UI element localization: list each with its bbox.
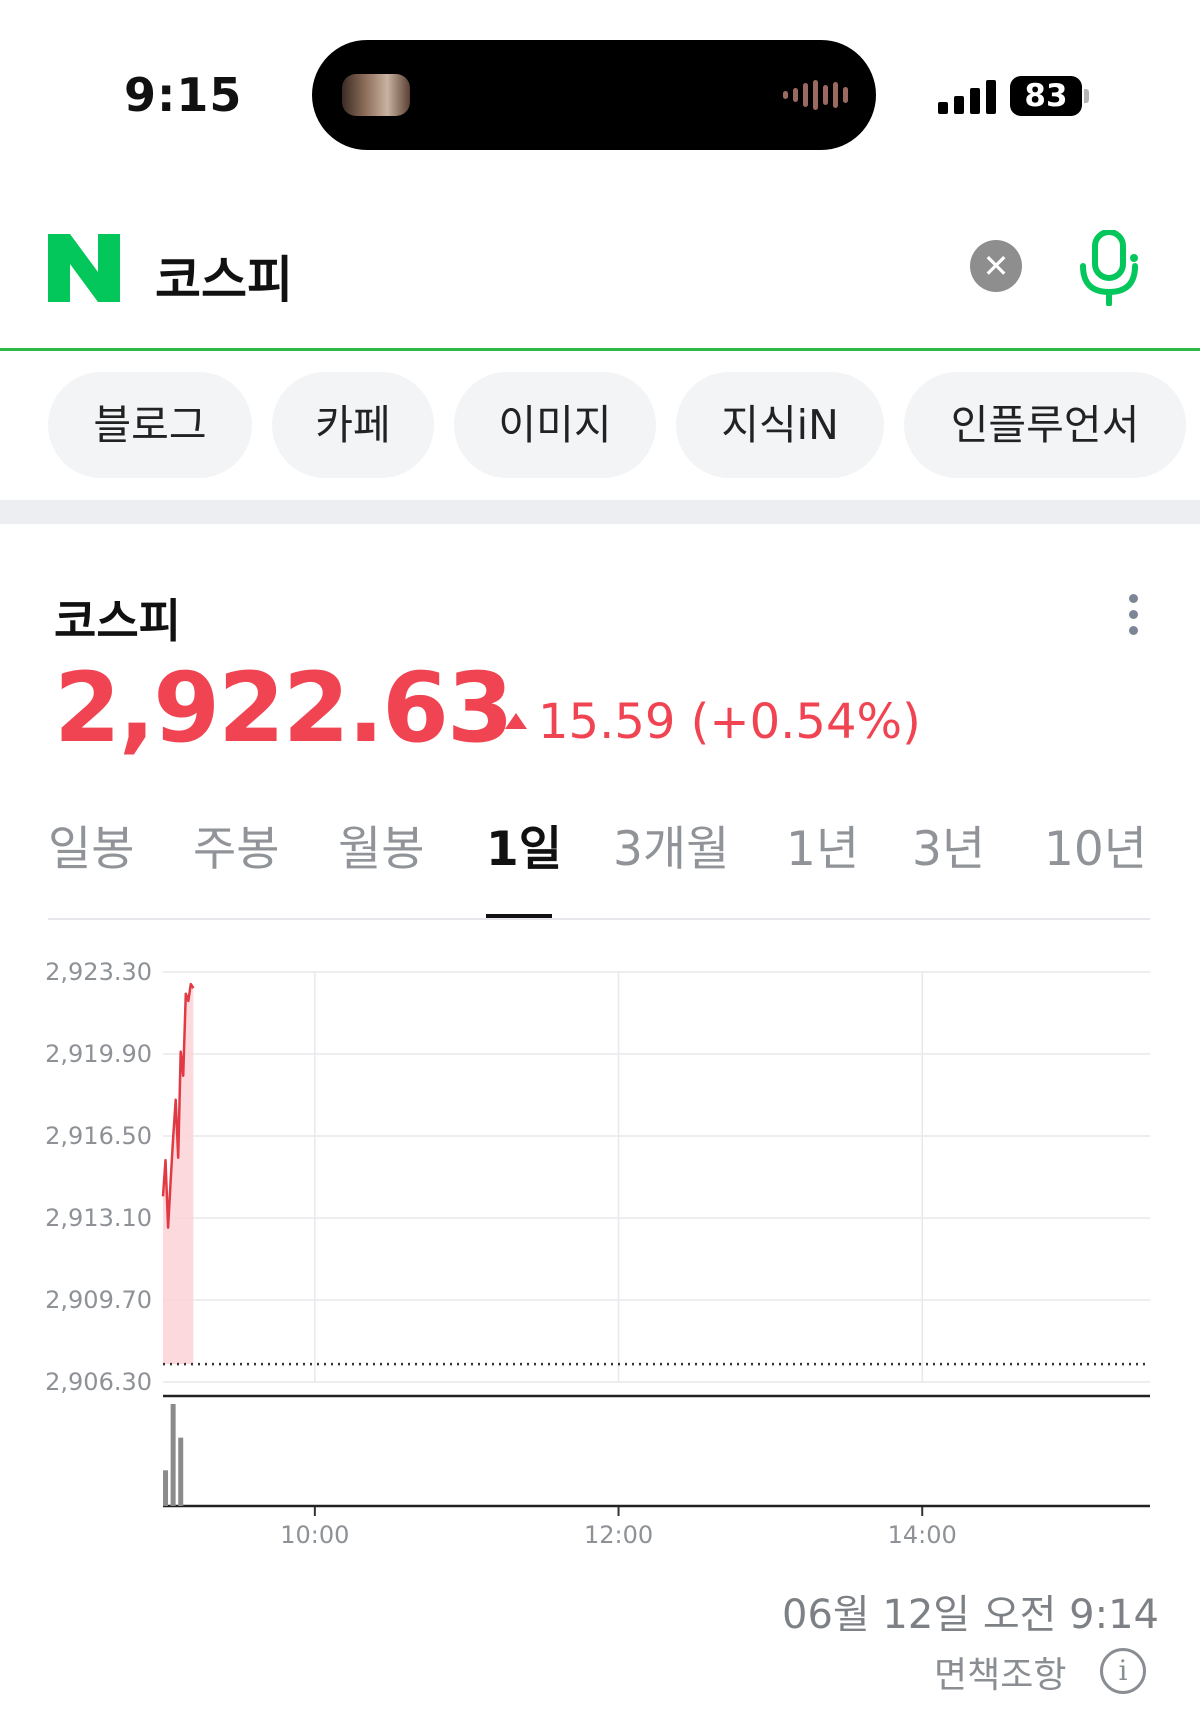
dynamic-island[interactable] [312,40,876,150]
chip-cafe[interactable]: 카페 [272,372,434,478]
volume-bar [178,1437,184,1506]
info-icon[interactable]: i [1100,1648,1146,1694]
intraday-chart[interactable]: 2,923.30 2,919.90 2,916.50 2,913.10 2,909.70… [0,940,1200,1560]
y-tick-label: 2,919.90 [45,1040,152,1068]
disclaimer-link[interactable]: 면책조항 [934,1646,1066,1698]
audio-wave-icon [783,78,848,112]
y-tick-label: 2,923.30 [45,958,152,986]
search-header-divider [0,348,1200,351]
clear-search-button[interactable]: ✕ [970,240,1022,292]
tabs-divider [48,918,1150,920]
y-tick-label: 2,906.30 [45,1368,152,1396]
tab-monthly-candle[interactable]: 월봉 [338,810,424,879]
battery-tip [1084,89,1089,103]
cellular-signal-icon [938,78,996,114]
chip-blog[interactable]: 블로그 [48,372,252,478]
search-input[interactable]: 코스피 [155,240,293,312]
tab-10-years[interactable]: 10년 [1044,810,1147,879]
naver-logo-icon[interactable] [48,234,120,302]
stock-price: 2,922.63 [54,652,514,764]
microphone-icon[interactable] [1078,230,1140,306]
tab-weekly-candle[interactable]: 주봉 [193,810,279,879]
stock-change: 15.59 (+0.54%) [538,694,921,750]
y-tick-label: 2,913.10 [45,1204,152,1232]
status-time: 9:15 [124,68,243,122]
y-tick-label: 2,909.70 [45,1286,152,1314]
x-tick-label: 12:00 [584,1521,653,1549]
price-area [163,984,194,1365]
tab-1-day[interactable]: 1일 [486,810,562,879]
now-playing-artwork [342,74,410,116]
volume-bar [163,1470,169,1506]
section-divider [0,500,1200,524]
quote-timestamp: 06월 12일 오전 9:14 [782,1592,1159,1638]
y-tick-label: 2,916.50 [45,1122,152,1150]
close-icon: ✕ [982,247,1010,285]
chip-influencer[interactable]: 인플루언서 [904,372,1186,478]
chip-knowledge-in[interactable]: 지식iN [676,372,884,478]
tab-3-months[interactable]: 3개월 [613,810,729,879]
volume-bar [170,1404,176,1506]
chip-images[interactable]: 이미지 [454,372,656,478]
tab-daily-candle[interactable]: 일봉 [48,810,134,879]
tab-3-years[interactable]: 3년 [912,810,985,879]
battery-icon: 83 [1010,76,1082,116]
x-tick-label: 10:00 [280,1521,349,1549]
stock-name: 코스피 [54,594,181,648]
tab-1-year[interactable]: 1년 [786,810,859,879]
more-options-icon[interactable] [1128,594,1140,638]
x-tick-label: 14:00 [888,1521,957,1549]
up-triangle-icon [505,713,527,729]
